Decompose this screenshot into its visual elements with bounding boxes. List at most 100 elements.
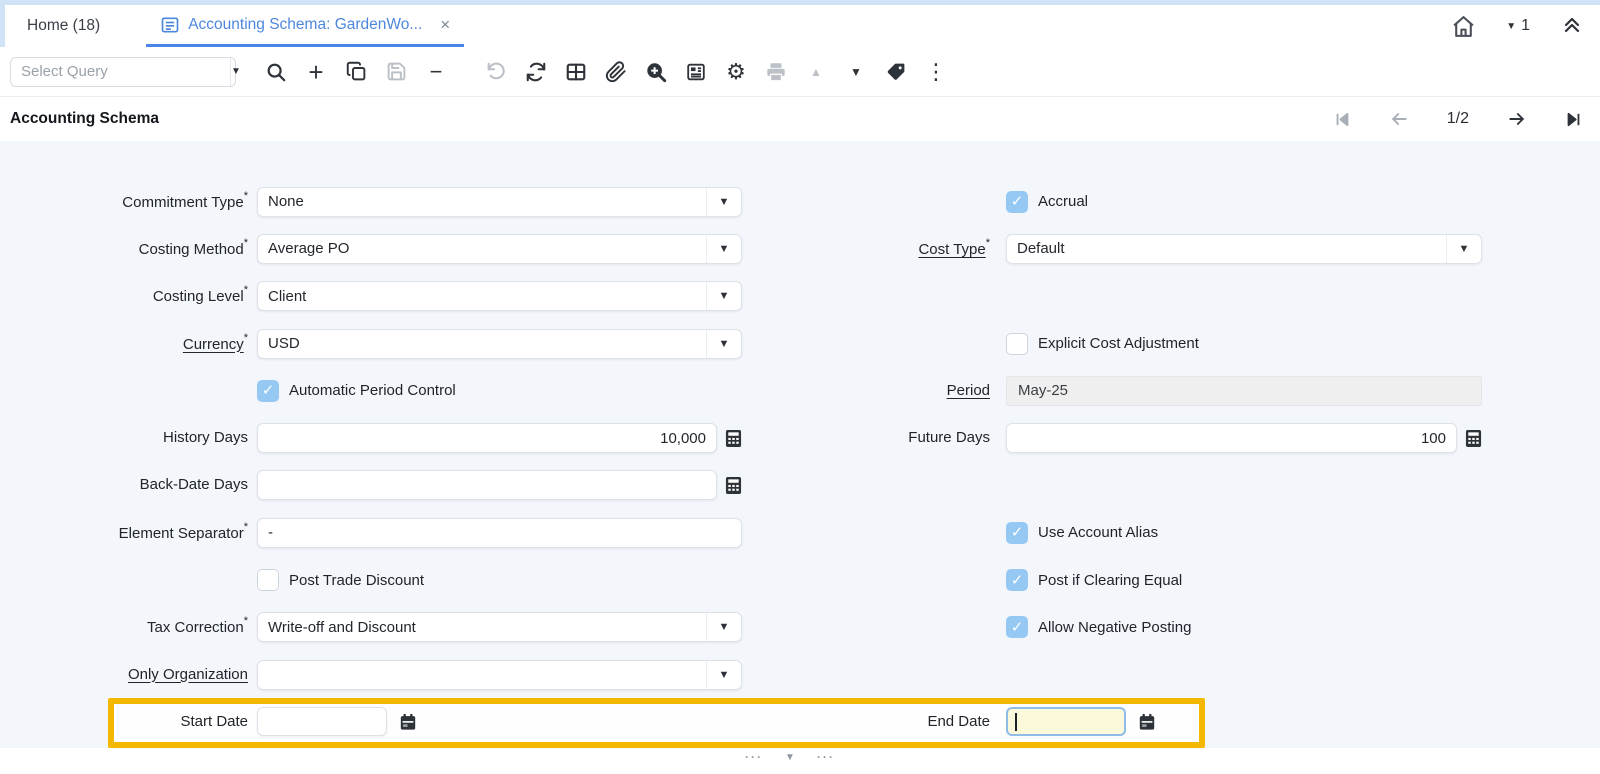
panel-splitter-handle[interactable]: ··· ▼ ··· xyxy=(745,750,835,764)
commitment-type-select[interactable]: None▼ xyxy=(257,187,742,217)
calculator-icon[interactable] xyxy=(725,476,742,495)
bottom-panel-edge: ··· ▼ ··· xyxy=(0,748,1600,774)
process-gear-icon[interactable]: ⚙ xyxy=(716,52,756,92)
window-count: 1 xyxy=(1521,17,1530,35)
calculator-icon[interactable] xyxy=(1465,429,1482,448)
only-organization-select[interactable]: ▼ xyxy=(257,660,742,690)
refresh-icon[interactable] xyxy=(516,52,556,92)
allow-negative-posting-checkbox[interactable]: ✓ Allow Negative Posting xyxy=(1006,616,1191,638)
costing-level-select[interactable]: Client▼ xyxy=(257,281,742,311)
collapse-header-icon[interactable] xyxy=(1560,14,1584,38)
chevron-down-icon[interactable]: ▼ xyxy=(1446,235,1481,263)
select-query-input[interactable] xyxy=(11,63,230,80)
check-icon: ✓ xyxy=(1011,194,1024,209)
explicit-cost-adjustment-checkbox[interactable]: ✓ Explicit Cost Adjustment xyxy=(1006,333,1199,355)
print-icon xyxy=(756,52,796,92)
chevron-down-icon[interactable]: ▼ xyxy=(230,58,241,86)
select-query-combo[interactable]: ▼ xyxy=(10,57,236,87)
check-icon: ✓ xyxy=(1011,525,1024,540)
chevron-down-icon[interactable]: ▼ xyxy=(706,282,741,310)
form-row: Only Organization ▼ xyxy=(8,651,742,698)
chevron-down-icon[interactable]: ▼ xyxy=(706,330,741,358)
use-account-alias-checkbox[interactable]: ✓ Use Account Alias xyxy=(1006,522,1158,544)
only-organization-label-link[interactable]: Only Organization xyxy=(128,666,248,683)
future-days-input[interactable]: 100 xyxy=(1006,423,1457,453)
back-date-days-label: Back-Date Days xyxy=(140,476,248,493)
window-list-icon xyxy=(160,15,180,35)
attachment-icon[interactable] xyxy=(596,52,636,92)
calendar-icon[interactable] xyxy=(394,708,422,736)
commitment-type-label: Commitment Type xyxy=(122,194,243,211)
tab-accounting-schema[interactable]: Accounting Schema: GardenWo... × xyxy=(146,5,464,47)
form-column-left: Commitment Type* None▼ Costing Method* A… xyxy=(8,178,742,746)
close-icon[interactable]: × xyxy=(440,16,450,33)
form-row: Back-Date Days xyxy=(8,462,742,509)
tab-bar: Home (18) Accounting Schema: GardenWo...… xyxy=(5,5,1600,47)
first-record-icon[interactable] xyxy=(1334,111,1351,128)
form-row: Cost Type* Default▼ xyxy=(860,225,1482,272)
more-actions-icon[interactable]: ⋮ xyxy=(916,52,956,92)
form-row: ✓ Automatic Period Control xyxy=(8,367,742,414)
tabbar-controls: ▼ 1 xyxy=(1451,5,1600,47)
tax-correction-select[interactable]: Write-off and Discount▼ xyxy=(257,612,742,642)
form-column-right: ✓ Accrual Cost Type* Default▼ ✓ Explicit… xyxy=(860,178,1482,746)
search-icon[interactable] xyxy=(256,52,296,92)
form-row: Future Days 100 xyxy=(860,414,1482,461)
chevron-down-icon[interactable]: ▼ xyxy=(706,188,741,216)
zoom-across-icon[interactable] xyxy=(636,52,676,92)
cost-type-select[interactable]: Default▼ xyxy=(1006,234,1482,264)
cost-type-label-link[interactable]: Cost Type xyxy=(918,241,985,258)
customize-tag-icon[interactable] xyxy=(876,52,916,92)
chevron-down-icon[interactable]: ▼ xyxy=(706,661,741,689)
new-record-icon[interactable]: + xyxy=(296,52,336,92)
automatic-period-control-checkbox[interactable]: ✓ Automatic Period Control xyxy=(257,380,456,402)
element-separator-label: Element Separator xyxy=(119,525,244,542)
check-icon: ✓ xyxy=(1011,573,1024,588)
period-readonly-field: May-25 xyxy=(1006,376,1482,406)
currency-select[interactable]: USD▼ xyxy=(257,329,742,359)
tab-home[interactable]: Home (18) xyxy=(5,5,128,47)
toolbar: ▼ + − xyxy=(0,47,1600,97)
post-trade-discount-checkbox[interactable]: ✓ Post Trade Discount xyxy=(257,569,424,591)
post-if-clearing-equal-checkbox[interactable]: ✓ Post if Clearing Equal xyxy=(1006,569,1182,591)
period-label-link[interactable]: Period xyxy=(947,382,990,399)
record-pager: 1/2 xyxy=(1334,109,1582,129)
calendar-icon[interactable] xyxy=(1133,708,1161,736)
form-row: Start Date xyxy=(8,698,742,745)
form-row: Commitment Type* None▼ xyxy=(8,178,742,225)
back-date-days-input[interactable] xyxy=(257,470,717,500)
history-days-input[interactable]: 10,000 xyxy=(257,423,717,453)
start-date-input[interactable] xyxy=(257,707,387,736)
costing-method-label: Costing Method xyxy=(139,241,244,258)
home-icon[interactable] xyxy=(1451,14,1476,39)
form-row: History Days 10,000 xyxy=(8,414,742,461)
form-row: End Date xyxy=(860,698,1482,745)
accrual-checkbox[interactable]: ✓ Accrual xyxy=(1006,191,1088,213)
previous-record-icon[interactable] xyxy=(1389,109,1409,129)
next-record-icon[interactable] xyxy=(1507,109,1527,129)
form-row: Period May-25 xyxy=(860,367,1482,414)
form-row: Tax Correction* Write-off and Discount▼ xyxy=(8,604,742,651)
end-date-label: End Date xyxy=(927,713,990,730)
report-icon[interactable] xyxy=(676,52,716,92)
calculator-icon[interactable] xyxy=(725,429,742,448)
chevron-down-icon[interactable]: ▼ xyxy=(706,613,741,641)
chevron-down-icon: ▼ xyxy=(1506,21,1516,32)
copy-record-icon[interactable] xyxy=(336,52,376,92)
form-row: ✓ Accrual xyxy=(860,178,1482,225)
last-record-icon[interactable] xyxy=(1565,111,1582,128)
currency-label-link[interactable]: Currency xyxy=(183,336,244,353)
end-date-input[interactable] xyxy=(1006,707,1126,736)
future-days-label: Future Days xyxy=(908,429,990,446)
check-icon: ✓ xyxy=(1011,620,1024,635)
costing-method-select[interactable]: Average PO▼ xyxy=(257,234,742,264)
window-selector[interactable]: ▼ 1 xyxy=(1506,17,1530,35)
grid-toggle-icon[interactable] xyxy=(556,52,596,92)
expand-icon[interactable]: ▼ xyxy=(836,52,876,92)
chevron-down-icon[interactable]: ▼ xyxy=(706,235,741,263)
drag-dots-icon: ··· xyxy=(745,750,763,764)
element-separator-input[interactable]: - xyxy=(257,518,742,548)
delete-record-icon[interactable]: − xyxy=(416,52,456,92)
app-window: Home (18) Accounting Schema: GardenWo...… xyxy=(0,0,1600,774)
history-days-label: History Days xyxy=(163,429,248,446)
